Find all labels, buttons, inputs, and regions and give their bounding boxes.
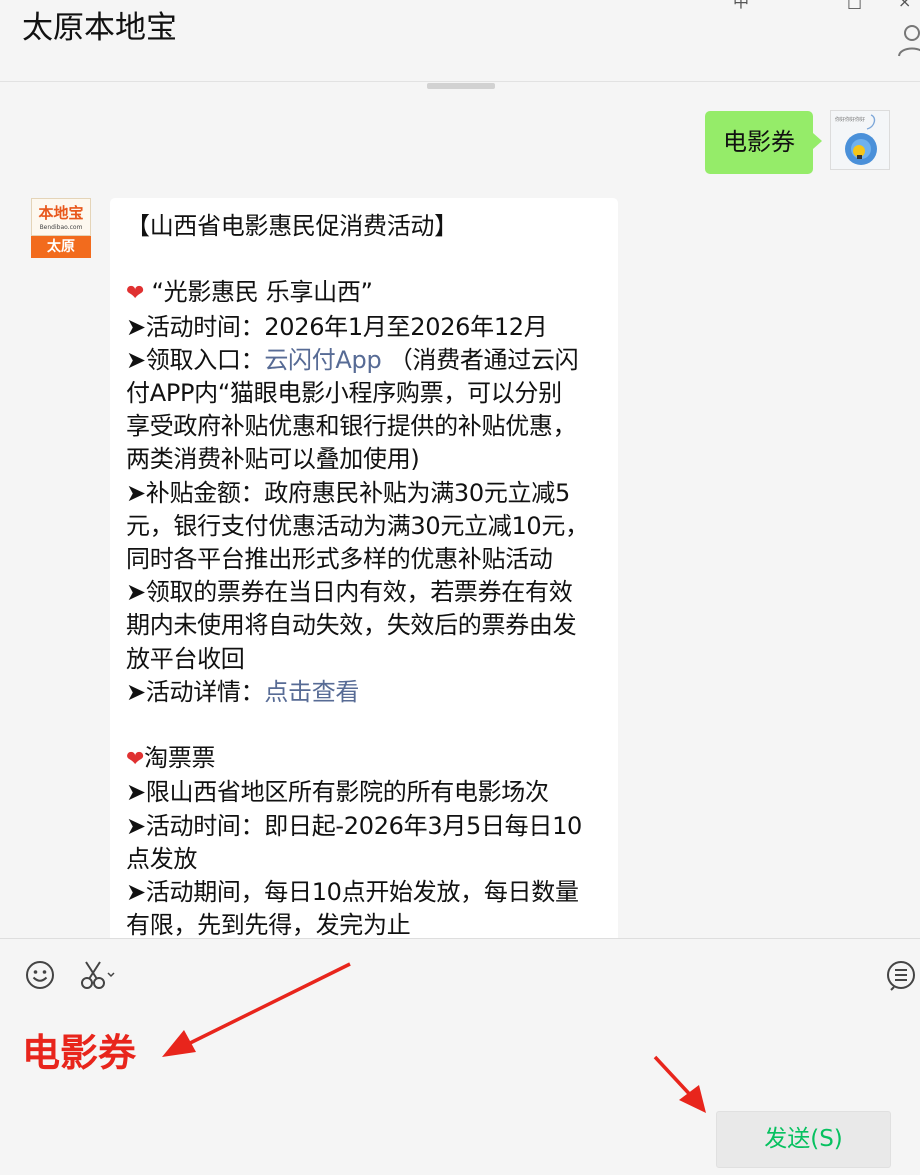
scissors-icon[interactable]	[80, 959, 116, 991]
user-avatar[interactable]: 你好你好你好	[830, 110, 890, 170]
message-line: 放平台收回	[126, 644, 245, 673]
window-control-fragment[interactable]: □	[847, 0, 862, 10]
message-line: ➤活动时间：即日起-2026年3月5日每日10	[126, 811, 583, 840]
send-button[interactable]: 发送(S)	[716, 1111, 891, 1168]
message-line-blank	[126, 709, 602, 742]
sent-message-bubble[interactable]: 电影券	[705, 111, 822, 174]
message-line: 两类消费补贴可以叠加使用)	[126, 445, 420, 474]
window-control-fragment[interactable]: ×	[898, 0, 911, 10]
received-message-bubble[interactable]: 【山西省电影惠民促消费活动】 ❤ “光影惠民 乐享山西” ➤活动时间：2026年…	[110, 198, 618, 938]
message-line: 付APP内“猫眼电影小程序购票，可以分别	[126, 379, 562, 407]
heart-icon: ❤	[126, 281, 145, 307]
message-line-blank	[126, 243, 602, 276]
emoji-icon[interactable]	[25, 960, 55, 990]
person-icon[interactable]	[896, 24, 920, 58]
message-line: 享受政府补贴优惠和银行提供的补贴优惠，	[126, 412, 577, 441]
logo-city: 太原	[31, 236, 91, 258]
message-line: ➤领取的票券在当日内有效，若票券在有效	[126, 578, 573, 607]
message-line: ❤淘票票	[126, 744, 216, 773]
logo-text: 本地宝	[38, 204, 84, 222]
heart-icon: ❤	[126, 747, 145, 773]
message-line: 元，银行支付优惠活动为满30元立减10元，	[126, 511, 589, 540]
window-control-fragment[interactable]: 中	[733, 0, 749, 10]
message-line: 点发放	[126, 844, 198, 873]
message-line: ❤ “光影惠民 乐享山西”	[126, 278, 373, 307]
details-link[interactable]: 点击查看	[264, 678, 359, 706]
message-input[interactable]: 电影券	[22, 1031, 136, 1075]
avatar-image: 你好你好你好	[831, 111, 889, 169]
chat-history-icon[interactable]	[885, 959, 917, 991]
chat-title: 太原本地宝	[22, 10, 177, 46]
message-line: 【山西省电影惠民促消费活动】	[126, 212, 458, 240]
logo-subtext: Bendibao.com	[39, 224, 83, 231]
message-line: ➤活动时间：2026年1月至2026年12月	[126, 312, 548, 341]
message-line: ➤领取入口：云闪付App （消费者通过云闪	[126, 345, 579, 374]
message-line: ➤补贴金额：政府惠民补贴为满30元立减5	[126, 478, 570, 507]
svg-text:你好你好你好: 你好你好你好	[835, 116, 865, 123]
yunshanfu-link[interactable]: 云闪付App	[264, 346, 381, 374]
message-list[interactable]: 电影券 你好你好你好 本地宝 Bendibao.com 太原 【山西省电影惠民促…	[0, 83, 920, 938]
message-line: ➤活动期间，每日10点开始发放，每日数量	[126, 878, 579, 907]
message-line: 有限，先到先得，发完为止	[126, 911, 411, 938]
message-line: 同时各平台推出形式多样的优惠补贴活动	[126, 545, 553, 574]
bot-avatar[interactable]: 本地宝 Bendibao.com 太原	[31, 198, 91, 258]
input-area[interactable]: 电影券 发送(S)	[0, 938, 920, 1175]
message-line: 期内未使用将自动失效，失效后的票券由发	[126, 611, 577, 640]
message-line: ➤活动详情：点击查看	[126, 677, 360, 706]
chat-header: 太原本地宝 中 □ ×	[0, 0, 920, 82]
message-line: ➤限山西省地区所有影院的所有电影场次	[126, 778, 549, 807]
